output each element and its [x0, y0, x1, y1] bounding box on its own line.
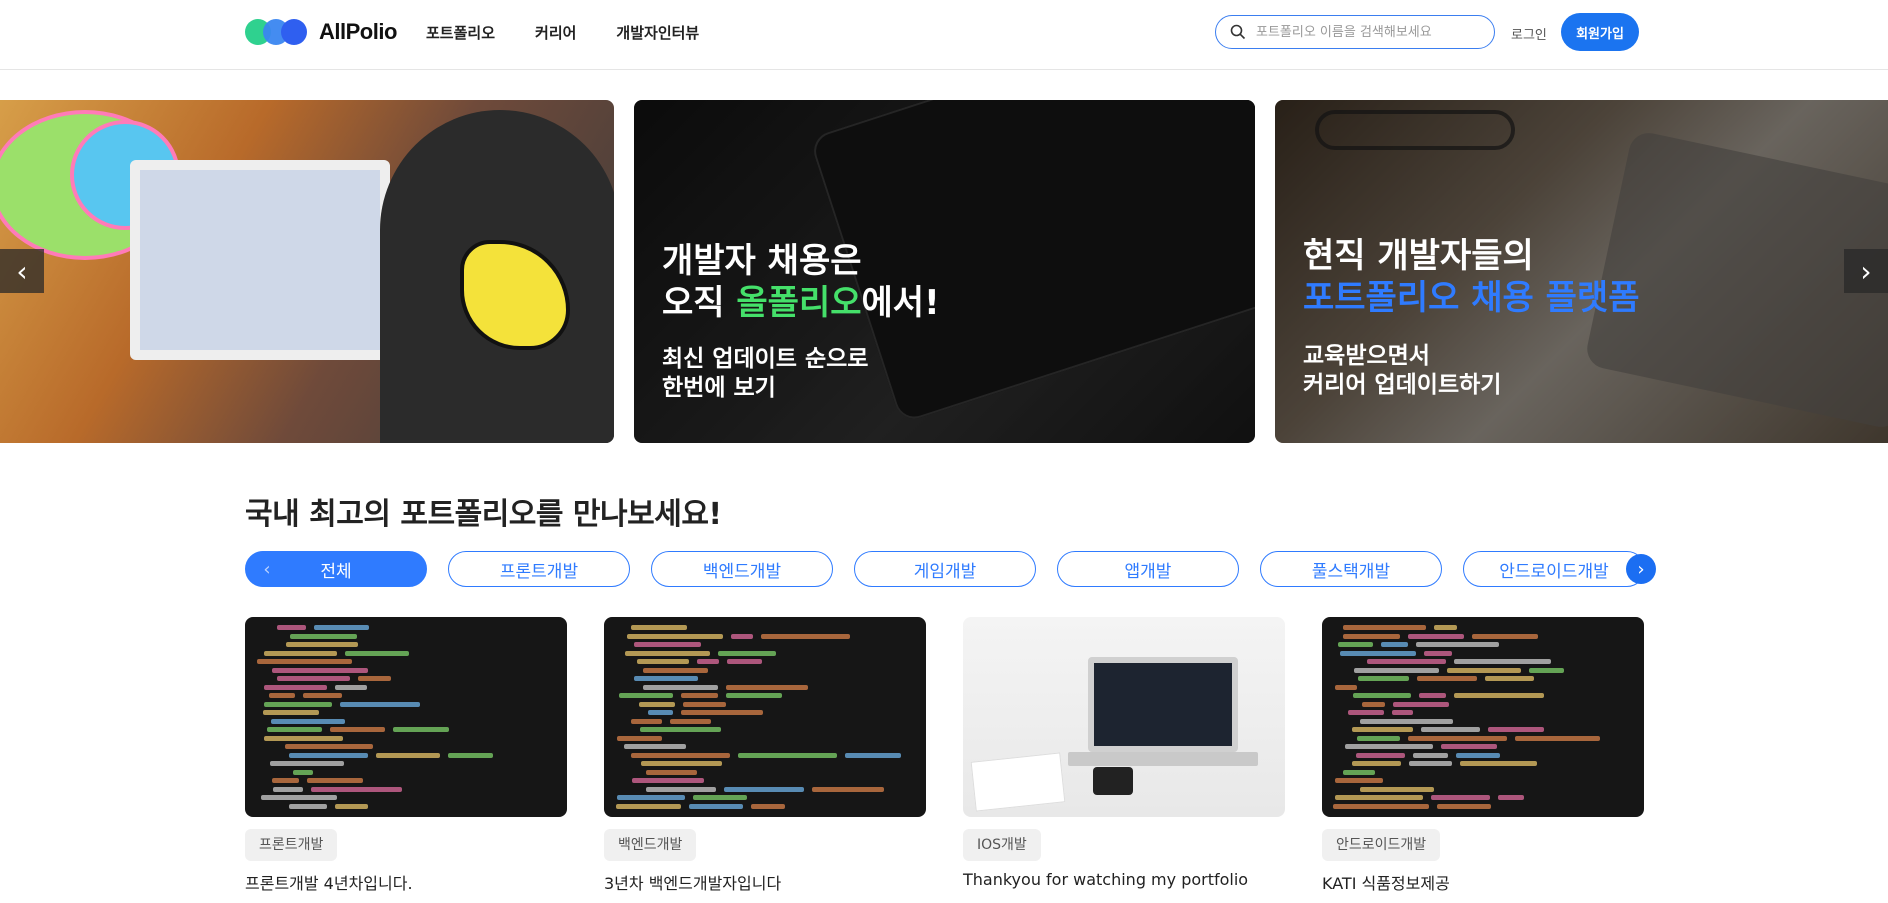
portfolio-card[interactable]: 안드로이드개발 KATI 식품정보제공 [1322, 617, 1644, 894]
banner-headline: 개발자 채용은 오직 올폴리오에서! [662, 241, 940, 323]
search-input[interactable] [1256, 24, 1466, 40]
banner-slide-2[interactable]: 개발자 채용은 오직 올폴리오에서! 최신 업데이트 순으로 한번에 보기 [634, 100, 1255, 443]
banner-slide-3[interactable]: 현직 개발자들의 포트폴리오 채용 플랫폼 교육받으면서 커리어 업데이트하기 [1275, 100, 1888, 443]
category-badge: IOS개발 [963, 829, 1041, 861]
login-link[interactable]: 로그인 [1511, 24, 1547, 43]
banner-headline: 현직 개발자들의 포트폴리오 채용 플랫폼 [1303, 236, 1640, 318]
banner-subtext: 교육받으면서 커리어 업데이트하기 [1303, 343, 1502, 398]
nav-developer-interview[interactable]: 개발자인터뷰 [616, 22, 699, 43]
banner-carousel: 개발자 채용은 오직 올폴리오에서! 최신 업데이트 순으로 한번에 보기 현직… [0, 100, 1888, 443]
portfolio-card[interactable]: 백엔드개발 3년차 백엔드개발자입니다 [604, 617, 926, 894]
search-icon [1230, 24, 1246, 40]
card-thumbnail [604, 617, 926, 817]
main-nav: 포트폴리오 커리어 개발자인터뷰 [426, 22, 699, 43]
search-box[interactable] [1215, 15, 1495, 49]
category-badge: 프론트개발 [245, 829, 338, 861]
card-title: Thankyou for watching my portfolio [963, 870, 1249, 889]
chevron-right-icon: › [1637, 558, 1645, 580]
card-thumbnail [963, 617, 1285, 817]
category-badge: 안드로이드개발 [1322, 829, 1441, 861]
tab-backend[interactable]: 백엔드개발 [651, 551, 833, 587]
card-thumbnail [245, 617, 567, 817]
banner-prev-button[interactable]: ‹ [0, 249, 44, 293]
card-thumbnail [1322, 617, 1644, 817]
card-title: 프론트개발 4년차입니다. [245, 874, 413, 893]
logo-mark [245, 17, 311, 47]
nav-career[interactable]: 커리어 [535, 22, 576, 43]
portfolio-card[interactable]: IOS개발 Thankyou for watching my portfolio [963, 617, 1285, 889]
category-tabs: 전체 프론트개발 백엔드개발 게임개발 앱개발 풀스택개발 안드로이드개발 ‹ … [245, 551, 1656, 587]
nav-portfolio[interactable]: 포트폴리오 [426, 22, 495, 43]
card-title: KATI 식품정보제공 [1322, 874, 1450, 893]
tab-game[interactable]: 게임개발 [854, 551, 1036, 587]
banner-slide-1[interactable] [0, 100, 614, 443]
top-header: AllPolio 포트폴리오 커리어 개발자인터뷰 로그인 회원가입 [0, 0, 1888, 70]
banner-next-button[interactable]: › [1844, 249, 1888, 293]
banner-subtext: 최신 업데이트 순으로 한번에 보기 [662, 346, 869, 401]
section-title: 국내 최고의 포트폴리오를 만나보세요! [245, 497, 722, 532]
card-title: 3년차 백엔드개발자입니다 [604, 874, 782, 893]
chevron-right-icon: › [1860, 254, 1872, 288]
logo-text: AllPolio [319, 19, 397, 44]
tab-frontend[interactable]: 프론트개발 [448, 551, 630, 587]
chevron-left-icon: ‹ [16, 254, 28, 288]
tab-app[interactable]: 앱개발 [1057, 551, 1239, 587]
portfolio-card[interactable]: 프론트개발 프론트개발 4년차입니다. [245, 617, 567, 894]
tab-android[interactable]: 안드로이드개발 [1463, 551, 1645, 587]
monitor-image [130, 160, 390, 360]
signup-button[interactable]: 회원가입 [1561, 13, 1639, 51]
chevron-left-icon: ‹ [263, 558, 271, 580]
category-badge: 백엔드개발 [604, 829, 697, 861]
tabs-prev-button[interactable]: ‹ [255, 557, 279, 581]
logo[interactable]: AllPolio [245, 17, 397, 47]
tabs-next-button[interactable]: › [1626, 554, 1656, 584]
tab-fullstack[interactable]: 풀스택개발 [1260, 551, 1442, 587]
